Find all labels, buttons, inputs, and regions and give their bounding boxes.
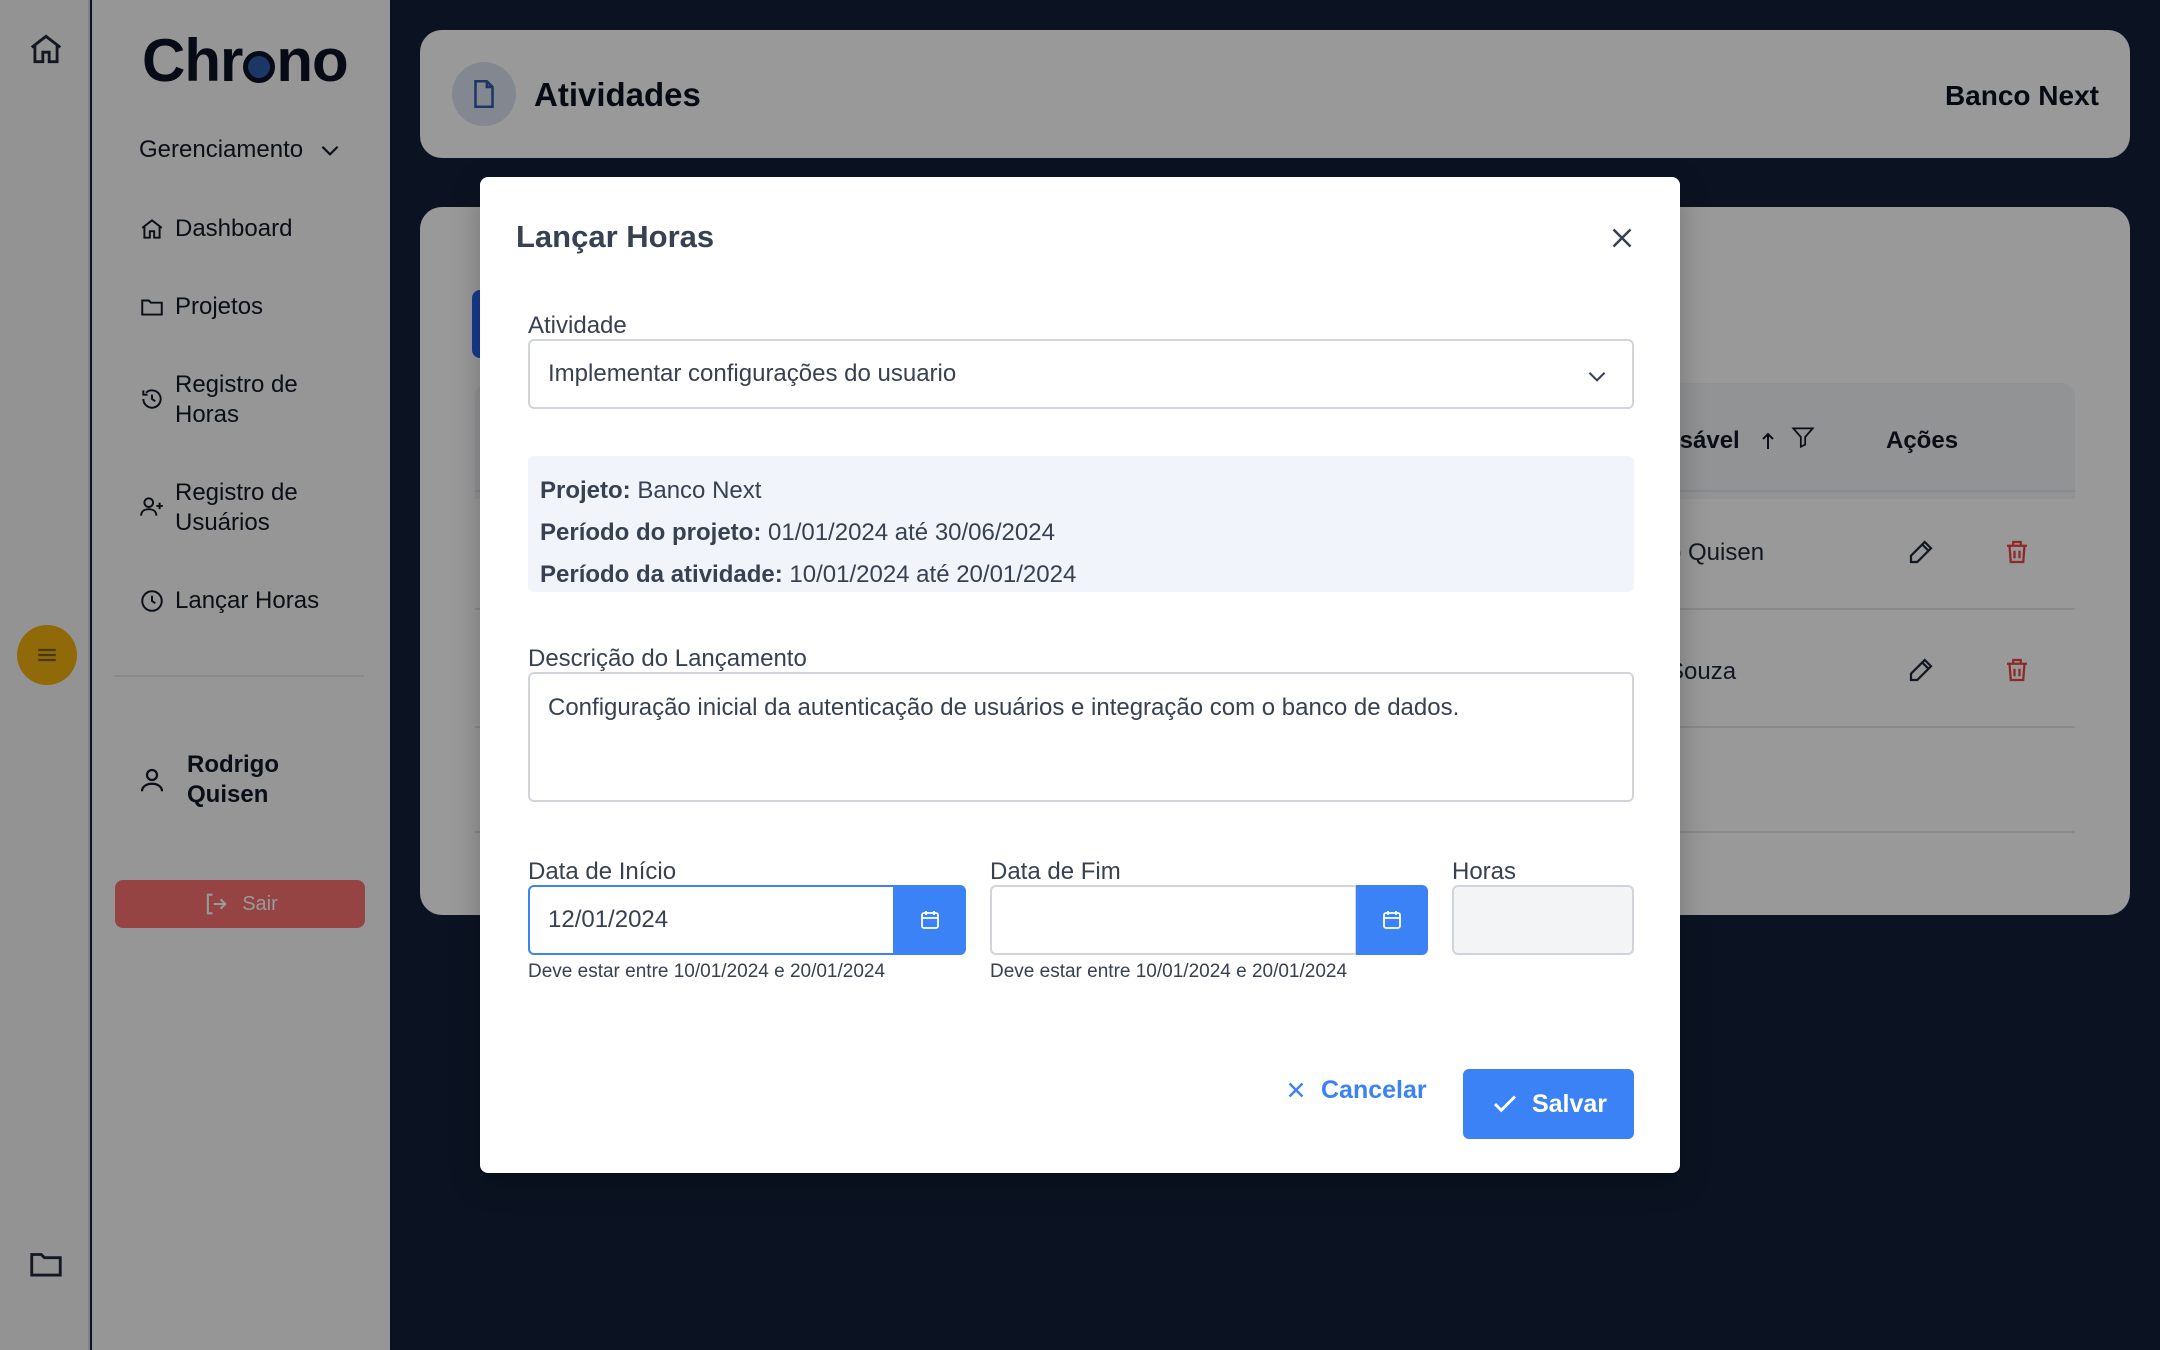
activity-selected-value: Implementar configurações do usuario (548, 360, 957, 387)
hours-field (1452, 885, 1634, 955)
end-date-calendar-button[interactable] (1356, 885, 1428, 955)
activity-label: Atividade (528, 312, 627, 339)
calendar-icon (1383, 911, 1401, 929)
end-date-input[interactable] (990, 885, 1357, 955)
calendar-icon (921, 911, 939, 929)
end-date-hint: Deve estar entre 10/01/2024 e 20/01/2024 (990, 961, 1348, 982)
app-root: Chr no Gerenciamento Dashboard Projetos R… (0, 0, 2160, 1350)
description-textarea[interactable]: Configuração inicial da autenticação de … (528, 672, 1634, 802)
start-date-input[interactable]: 12/01/2024 (528, 885, 895, 955)
end-date-label: Data de Fim (990, 858, 1121, 885)
activity-period-label: Período da atividade: (540, 561, 783, 588)
save-button[interactable]: Salvar (1463, 1069, 1634, 1139)
chevron-down-icon (1588, 372, 1606, 382)
check-icon (1493, 1095, 1517, 1113)
description-label: Descrição do Lançamento (528, 645, 807, 672)
project-label: Projeto: (540, 477, 631, 504)
save-label: Salvar (1531, 1089, 1608, 1118)
cancel-button[interactable]: Cancelar (1283, 1065, 1427, 1115)
start-date-label: Data de Início (528, 858, 677, 885)
project-period-label: Período do projeto: (540, 519, 762, 546)
dialog-title: Lançar Horas (516, 219, 715, 254)
close-icon[interactable] (1605, 221, 1639, 255)
cancel-label: Cancelar (1321, 1075, 1427, 1104)
start-date-calendar-button[interactable] (894, 885, 966, 955)
close-icon (1288, 1082, 1304, 1098)
activity-period-value: 10/01/2024 até 20/01/2024 (789, 561, 1077, 588)
project-period-value: 01/01/2024 até 30/06/2024 (768, 519, 1055, 546)
activity-select[interactable]: Implementar configurações do usuario (528, 339, 1634, 409)
activity-info-box: Projeto: Banco Next Período do projeto: … (528, 456, 1634, 592)
hours-label: Horas (1452, 858, 1517, 885)
launch-hours-dialog: Lançar Horas Atividade Implementar confi… (480, 177, 1680, 1173)
project-value: Banco Next (637, 477, 762, 504)
start-date-hint: Deve estar entre 10/01/2024 e 20/01/2024 (528, 961, 886, 982)
